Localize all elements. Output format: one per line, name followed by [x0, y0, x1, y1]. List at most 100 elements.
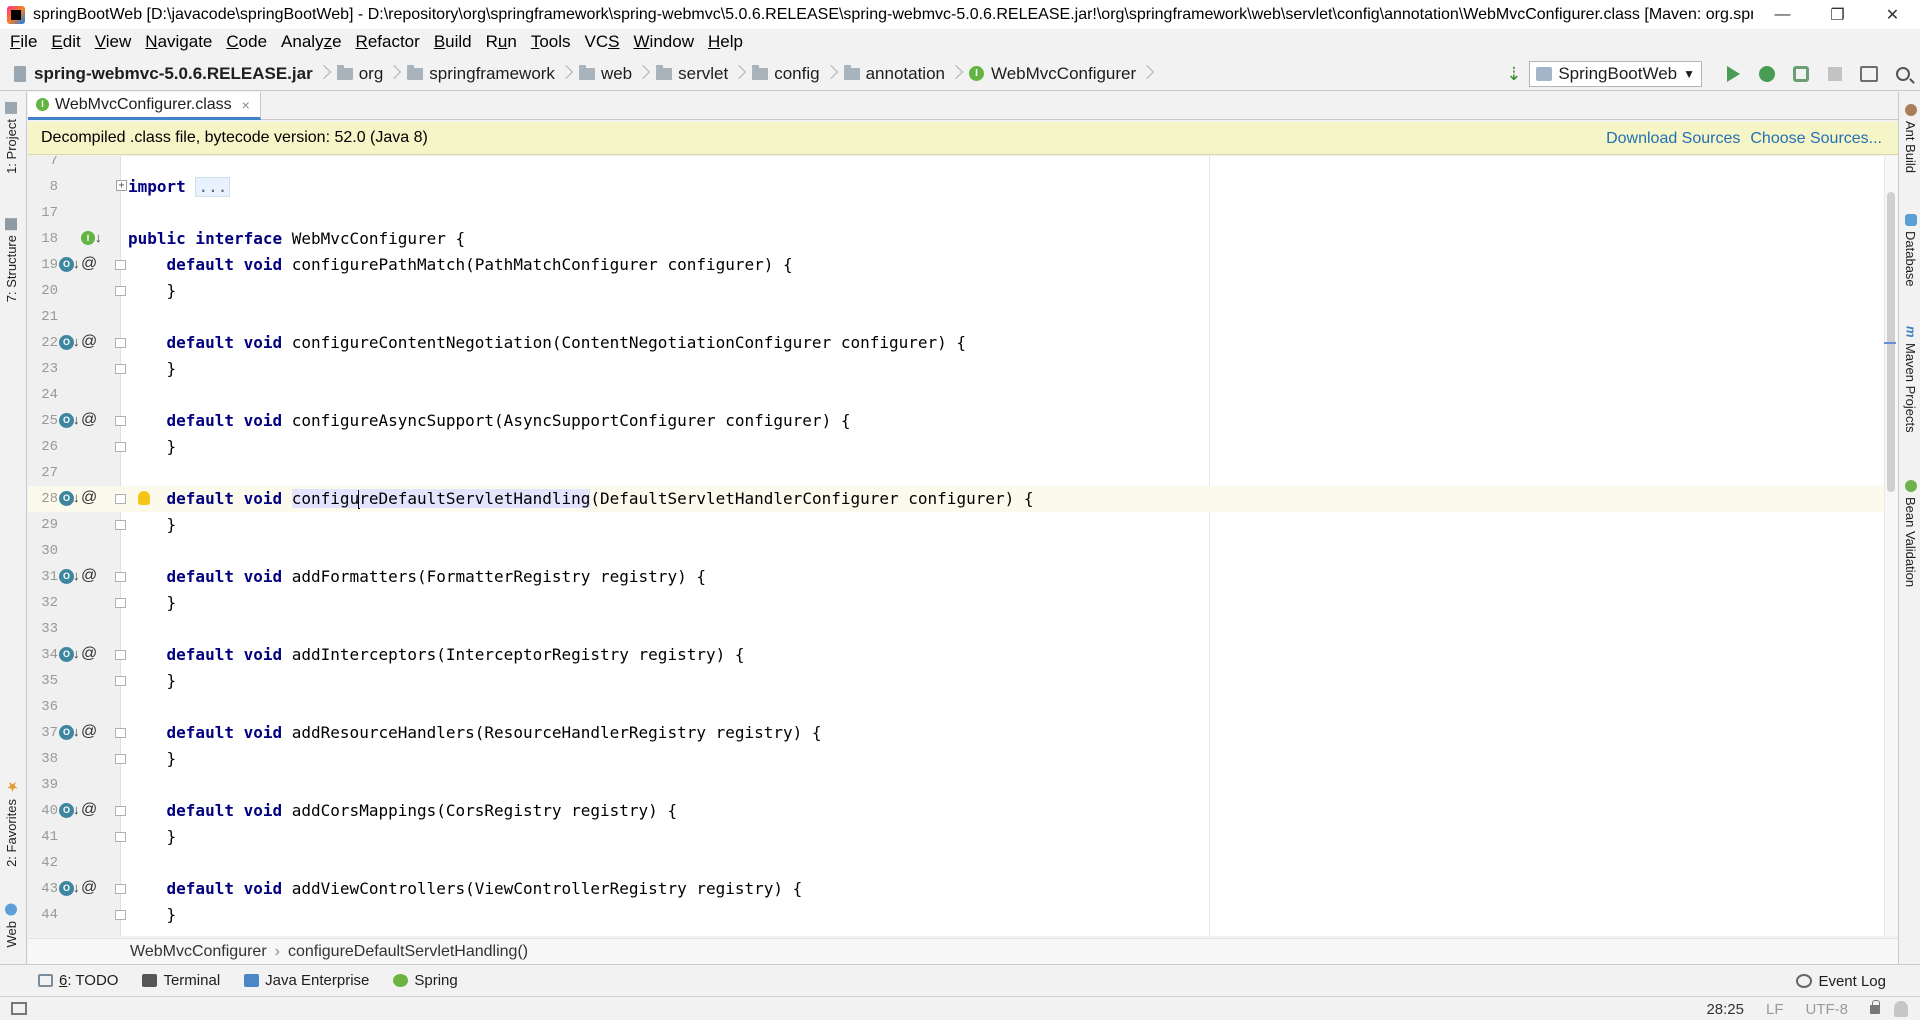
stop-button[interactable] — [1818, 59, 1852, 89]
nav-crumb-web[interactable]: web — [578, 64, 632, 84]
nav-crumb-springframework[interactable]: springframework — [407, 64, 555, 84]
menu-item[interactable]: File — [3, 32, 44, 52]
code-line-current[interactable]: 28 O ↓ @ default void configureDefaultServl… — [28, 486, 1888, 512]
implemented-method-icon[interactable]: O — [59, 413, 74, 428]
menu-item[interactable]: View — [88, 32, 139, 52]
code-text[interactable]: } — [128, 824, 177, 850]
implemented-method-icon[interactable]: O — [59, 647, 74, 662]
code-text[interactable]: } — [128, 434, 177, 460]
fold-marker-icon[interactable] — [115, 572, 126, 582]
menu-item[interactable]: VCS — [578, 32, 627, 52]
menu-item[interactable]: Navigate — [138, 32, 219, 52]
menu-item[interactable]: Build — [427, 32, 479, 52]
debug-button[interactable] — [1750, 59, 1784, 89]
code-line[interactable]: 30 — [28, 538, 1888, 564]
code-text[interactable]: import ... — [128, 174, 231, 200]
code-line[interactable]: 34 O ↓ @ default void addInterceptors(Inter… — [28, 642, 1888, 668]
nav-crumb-webmvcconfigurer[interactable]: I WebMvcConfigurer — [968, 64, 1136, 84]
code-line[interactable]: 43 O ↓ @ default void addViewControllers(Vi… — [28, 876, 1888, 902]
code-line[interactable]: 19 O ↓ @ default void configurePathMatch(Pa… — [28, 252, 1888, 278]
menu-item[interactable]: Tools — [524, 32, 578, 52]
annotation-bean-icon[interactable]: @ — [81, 722, 97, 742]
fold-marker-icon[interactable] — [115, 286, 126, 296]
code-editor[interactable]: 7 8 + import ... 17 18 I ↓ public interface WebM… — [28, 156, 1898, 936]
code-line[interactable]: 44 } — [28, 902, 1888, 928]
code-line[interactable]: 39 — [28, 772, 1888, 798]
implemented-method-icon[interactable]: O — [59, 881, 74, 896]
code-text[interactable]: public interface WebMvcConfigurer { — [128, 226, 465, 252]
fold-marker-icon[interactable] — [115, 676, 126, 686]
code-text[interactable]: default void addCorsMappings(CorsRegistr… — [128, 798, 678, 824]
vertical-scrollbar[interactable] — [1884, 156, 1898, 936]
nav-crumb-annotation[interactable]: annotation — [843, 64, 945, 84]
menu-item[interactable]: Analyze — [274, 32, 349, 52]
fold-marker-icon[interactable] — [115, 910, 126, 920]
code-line[interactable]: 41 } — [28, 824, 1888, 850]
breadcrumb-method[interactable]: configureDefaultServletHandling() — [288, 943, 528, 961]
code-text[interactable]: } — [128, 746, 177, 772]
annotation-bean-icon[interactable]: @ — [81, 566, 97, 586]
run-button[interactable] — [1716, 59, 1750, 89]
code-line[interactable]: 23 } — [28, 356, 1888, 382]
code-line[interactable]: 8 + import ... — [28, 174, 1888, 200]
tool-tab-web[interactable]: Web — [4, 904, 19, 948]
code-line[interactable]: 33 — [28, 616, 1888, 642]
close-window-button[interactable]: ✕ — [1865, 0, 1920, 29]
implemented-method-icon[interactable]: O — [59, 257, 74, 272]
fold-marker-icon[interactable] — [115, 338, 126, 348]
code-text[interactable]: default void addInterceptors(Interceptor… — [128, 642, 745, 668]
minimize-button[interactable]: — — [1755, 0, 1810, 29]
annotation-bean-icon[interactable]: @ — [81, 254, 97, 274]
tool-tab-ant-build[interactable]: Ant Build — [1903, 104, 1918, 173]
restore-button[interactable]: ❐ — [1810, 0, 1865, 29]
download-sources-link[interactable]: Download Sources — [1606, 130, 1740, 148]
menu-item[interactable]: Run — [479, 32, 524, 52]
code-text[interactable]: } — [128, 278, 177, 304]
code-text[interactable]: default void configureContentNegotiation… — [128, 330, 967, 356]
code-line[interactable]: 21 — [28, 304, 1888, 330]
annotation-bean-icon[interactable]: @ — [81, 800, 97, 820]
code-line[interactable]: 17 — [28, 200, 1888, 226]
code-text[interactable]: } — [128, 512, 177, 538]
read-only-lock-icon[interactable] — [1870, 999, 1880, 1014]
close-icon[interactable]: × — [242, 97, 250, 113]
tool-tab-structure[interactable]: 7: Structure — [4, 218, 19, 302]
tool-tab-favorites[interactable]: 2: Favorites ★ — [4, 778, 20, 867]
code-text[interactable]: } — [128, 902, 177, 928]
annotation-bean-icon[interactable]: @ — [81, 410, 97, 430]
fold-marker-icon[interactable] — [115, 494, 126, 504]
annotation-bean-icon[interactable]: @ — [81, 644, 97, 664]
code-line[interactable]: 42 — [28, 850, 1888, 876]
code-text[interactable]: default void addFormatters(FormatterRegi… — [128, 564, 706, 590]
menu-item[interactable]: Help — [701, 32, 750, 52]
code-text[interactable]: } — [128, 590, 177, 616]
code-text[interactable]: default void configurePathMatch(PathMatc… — [128, 252, 793, 278]
code-line[interactable]: 31 O ↓ @ default void addFormatters(Formatt… — [28, 564, 1888, 590]
nav-crumb-org[interactable]: org — [336, 64, 383, 84]
fold-marker-icon[interactable] — [115, 832, 126, 842]
coverage-button[interactable] — [1784, 59, 1818, 89]
code-text[interactable]: } — [128, 356, 177, 382]
caret-position[interactable]: 28:25 — [1706, 1001, 1744, 1018]
fold-marker-icon[interactable] — [115, 520, 126, 530]
code-line[interactable]: 22 O ↓ @ default void configureContentNegot… — [28, 330, 1888, 356]
nav-crumb-jar[interactable]: spring-webmvc-5.0.6.RELEASE.jar — [34, 64, 313, 84]
code-line[interactable]: 27 — [28, 460, 1888, 486]
code-line[interactable]: 35 } — [28, 668, 1888, 694]
fold-marker-icon[interactable] — [115, 728, 126, 738]
inspection-profile-icon[interactable] — [1894, 1001, 1908, 1017]
code-line[interactable]: 7 — [28, 156, 1888, 174]
code-text[interactable]: default void configureAsyncSupport(Async… — [128, 408, 851, 434]
editor-tab-webmvcconfigurer[interactable]: I WebMvcConfigurer.class × — [28, 92, 261, 120]
expand-fold-icon[interactable]: + — [116, 180, 127, 191]
code-line[interactable]: 36 — [28, 694, 1888, 720]
code-line[interactable]: 40 O ↓ @ default void addCorsMappings(CorsR… — [28, 798, 1888, 824]
tool-tab-spring[interactable]: Spring — [393, 972, 458, 989]
code-text[interactable]: default void configureDefaultServletHand… — [128, 486, 1034, 512]
annotation-bean-icon[interactable]: @ — [81, 878, 97, 898]
build-project-icon[interactable]: ⇣ — [1506, 64, 1521, 85]
menu-item[interactable]: Code — [219, 32, 274, 52]
nav-crumb-config[interactable]: config — [752, 64, 820, 84]
fold-marker-icon[interactable] — [115, 260, 126, 270]
fold-marker-icon[interactable] — [115, 650, 126, 660]
